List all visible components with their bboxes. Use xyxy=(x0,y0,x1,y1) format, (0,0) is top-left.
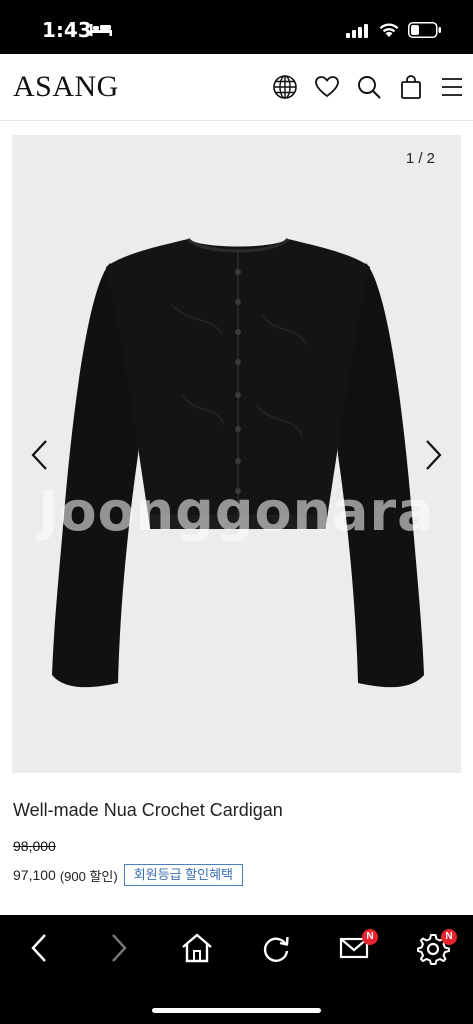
product-image-gallery[interactable]: 1 / 2 Joonggonara xyxy=(12,135,461,773)
site-header: ASANG xyxy=(0,54,473,121)
back-icon[interactable] xyxy=(23,931,57,965)
settings-badge: N xyxy=(441,929,457,945)
sale-price: 97,100 xyxy=(13,867,56,883)
signal-icon xyxy=(346,24,368,38)
product-image xyxy=(52,237,424,688)
chevron-left-icon[interactable] xyxy=(24,437,54,473)
original-price: 98,000 xyxy=(13,838,56,854)
refresh-icon[interactable] xyxy=(259,931,293,965)
menu-icon[interactable] xyxy=(440,74,466,100)
watermark-text: Joonggonara xyxy=(38,480,435,543)
battery-icon xyxy=(408,22,441,38)
wifi-icon xyxy=(379,23,399,37)
mail-badge: N xyxy=(362,929,378,945)
search-icon[interactable] xyxy=(356,74,382,100)
discount-amount: (900 할인) xyxy=(59,868,118,884)
brand-logo[interactable]: ASANG xyxy=(13,70,119,104)
member-discount-button[interactable]: 회원등급 할인혜택 xyxy=(123,864,244,886)
product-name: Well-made Nua Crochet Cardigan xyxy=(13,800,283,820)
status-time: 1:43 xyxy=(42,18,92,42)
home-indicator[interactable] xyxy=(152,1008,321,1013)
heart-icon[interactable] xyxy=(314,74,340,100)
forward-icon[interactable] xyxy=(101,931,135,965)
globe-icon[interactable] xyxy=(272,74,298,100)
sale-price-line: 97,100 (900 할인) 회원등급 할인혜택 xyxy=(13,864,244,886)
status-bar: 1:43 xyxy=(0,0,473,54)
shopping-bag-icon[interactable] xyxy=(398,74,424,100)
bed-icon xyxy=(90,24,112,36)
chevron-right-icon[interactable] xyxy=(419,437,449,473)
home-icon[interactable] xyxy=(180,931,214,965)
